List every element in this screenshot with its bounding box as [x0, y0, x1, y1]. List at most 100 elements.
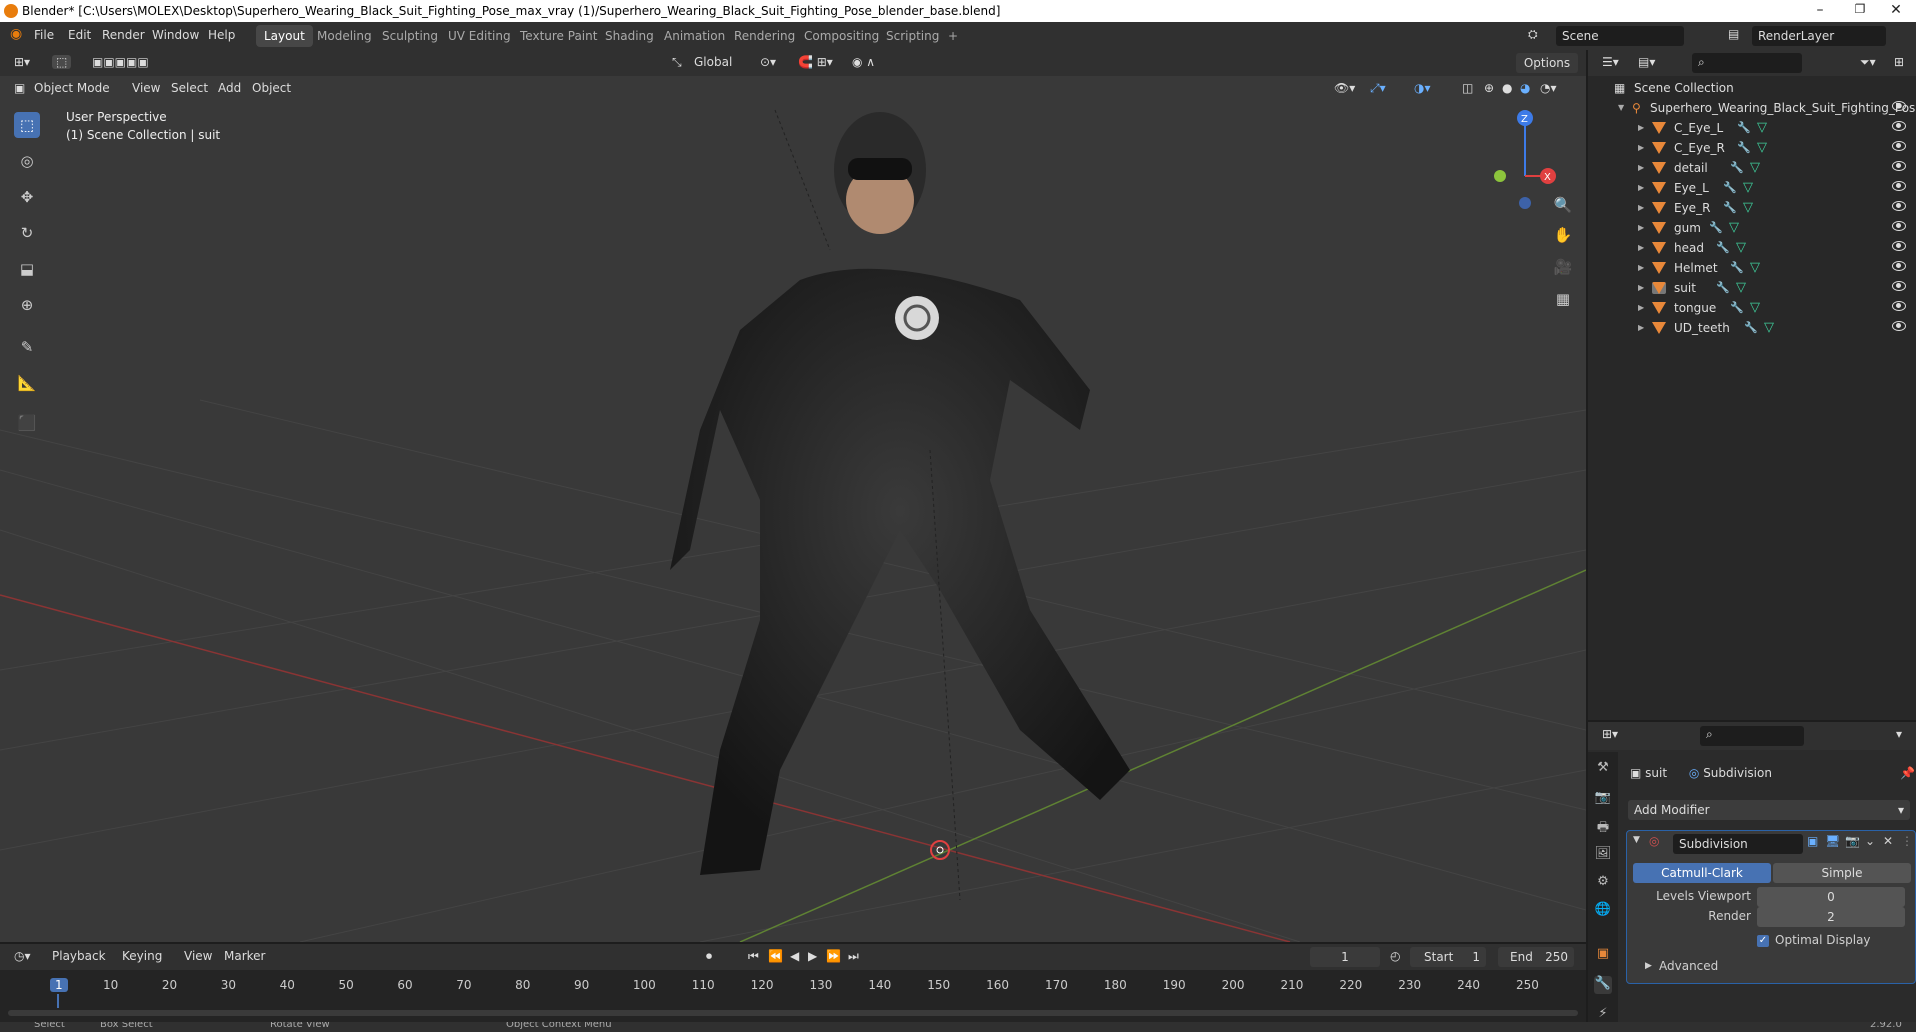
filter-icon[interactable]: ⏷▾: [1860, 55, 1876, 70]
tab-modeling[interactable]: Modeling: [309, 25, 380, 47]
pivot-point-icon[interactable]: ⊙▾: [760, 55, 776, 69]
modifier-wrench-icon[interactable]: 🔧: [1716, 238, 1730, 258]
outliner-object-row[interactable]: ▶ detail 🔧 ▽: [1588, 158, 1916, 178]
superhero-model[interactable]: [670, 112, 1130, 875]
world-tab-icon[interactable]: 🌐: [1594, 902, 1612, 920]
select-box-tool-icon[interactable]: ⬚: [14, 112, 40, 138]
tab-shading[interactable]: Shading: [597, 25, 662, 47]
blender-menu-icon[interactable]: ◉: [10, 26, 22, 42]
visibility-eye-icon[interactable]: [1892, 141, 1906, 151]
display-mode-icon[interactable]: ▤▾: [1638, 55, 1655, 69]
output-tab-icon[interactable]: 🖶: [1594, 818, 1612, 836]
expand-arrow-icon[interactable]: ▶: [1638, 258, 1644, 278]
expand-arrow-icon[interactable]: ▶: [1638, 218, 1644, 238]
visibility-eye-icon[interactable]: [1892, 301, 1906, 311]
visibility-eye-icon[interactable]: [1892, 121, 1906, 131]
add-modifier-dropdown[interactable]: Add Modifier ▾: [1628, 800, 1910, 820]
expand-arrow-icon[interactable]: ▼: [1618, 98, 1624, 118]
mesh-data-icon[interactable]: ▽: [1736, 278, 1746, 298]
modifier-wrench-icon[interactable]: 🔧: [1744, 318, 1758, 338]
preview-range-icon[interactable]: ◴: [1390, 949, 1400, 963]
scene-field[interactable]: Scene: [1556, 26, 1684, 46]
expand-arrow-icon[interactable]: ▶: [1638, 318, 1644, 338]
modifier-wrench-icon[interactable]: 🔧: [1730, 258, 1744, 278]
rotate-tool-icon[interactable]: ↻: [14, 220, 40, 246]
visibility-eye-icon[interactable]: [1892, 181, 1906, 191]
pin-icon[interactable]: 📌: [1900, 766, 1915, 780]
tab-scripting[interactable]: Scripting: [878, 25, 947, 47]
selection-mode-buttons[interactable]: ▣▣▣▣▣: [92, 55, 149, 69]
cursor-tool-icon[interactable]: ◎: [14, 148, 40, 174]
outliner-object-row[interactable]: ▶ gum 🔧 ▽: [1588, 218, 1916, 238]
catmull-clark-button[interactable]: Catmull-Clark: [1633, 863, 1771, 883]
render-toggle-icon[interactable]: 📷: [1845, 834, 1860, 848]
tool-tab-icon[interactable]: ⚒: [1594, 760, 1612, 778]
modifier-menu-icon[interactable]: ⌄: [1865, 834, 1875, 848]
options-dropdown[interactable]: Options: [1516, 53, 1578, 73]
expand-arrow-icon[interactable]: ▶: [1638, 138, 1644, 158]
expand-arrow-icon[interactable]: ▶: [1638, 178, 1644, 198]
menu-edit[interactable]: Edit: [68, 28, 91, 42]
advanced-expand-icon[interactable]: ▶: [1645, 961, 1652, 971]
menu-window[interactable]: Window: [152, 28, 199, 42]
mesh-data-icon[interactable]: ▽: [1764, 318, 1774, 338]
play-reverse-icon[interactable]: ◀: [790, 949, 799, 963]
add-workspace-button[interactable]: +: [940, 25, 966, 47]
jump-keyframe-back-icon[interactable]: ⏪: [768, 949, 783, 963]
modifier-wrench-icon[interactable]: 🔧: [1709, 218, 1723, 238]
editor-type-icon[interactable]: ⊞▾: [14, 55, 30, 69]
collapse-arrow-icon[interactable]: ▼: [1633, 835, 1640, 845]
mesh-data-icon[interactable]: ▽: [1743, 178, 1753, 198]
modifier-wrench-icon[interactable]: 🔧: [1730, 158, 1744, 178]
new-collection-icon[interactable]: ⊞: [1894, 55, 1904, 69]
scale-tool-icon[interactable]: ⬓: [14, 256, 40, 282]
shading-solid-icon[interactable]: ●: [1502, 81, 1512, 95]
play-icon[interactable]: ▶: [808, 949, 817, 963]
playhead[interactable]: [57, 994, 59, 1008]
outliner-collection[interactable]: ▼ ⚲ Superhero_Wearing_Black_Suit_Fightin…: [1588, 98, 1916, 118]
object-mode-icon[interactable]: ▣: [14, 81, 25, 95]
drag-handle-icon[interactable]: ⋮⋮: [1901, 834, 1916, 848]
expand-arrow-icon[interactable]: ▶: [1638, 238, 1644, 258]
visibility-eye-icon[interactable]: [1892, 241, 1906, 251]
modifier-wrench-icon[interactable]: 🔧: [1723, 178, 1737, 198]
select-mode-icon[interactable]: ⬚: [52, 55, 72, 69]
tab-rendering[interactable]: Rendering: [726, 25, 803, 47]
tab-layout[interactable]: Layout: [256, 25, 313, 47]
levels-viewport-field[interactable]: 0: [1757, 887, 1905, 907]
object-mode-select[interactable]: Object Mode: [34, 81, 110, 95]
properties-search-input[interactable]: [1700, 726, 1804, 746]
tab-texture-paint[interactable]: Texture Paint: [512, 25, 605, 47]
menu-render[interactable]: Render: [102, 28, 145, 42]
viewport-menu-view[interactable]: View: [132, 81, 160, 95]
shading-rendered-icon[interactable]: ◔▾: [1540, 81, 1557, 95]
minimize-button[interactable]: –: [1800, 2, 1840, 18]
outliner-object-row[interactable]: ▶ Eye_L 🔧 ▽: [1588, 178, 1916, 198]
render-layer-field[interactable]: RenderLayer: [1752, 26, 1886, 46]
expand-arrow-icon[interactable]: ▶: [1638, 198, 1644, 218]
visibility-eye-icon[interactable]: [1892, 221, 1906, 231]
visibility-eye-icon[interactable]: [1892, 261, 1906, 271]
tab-animation[interactable]: Animation: [656, 25, 733, 47]
jump-start-icon[interactable]: ⏮: [748, 949, 759, 964]
optimal-display-checkbox[interactable]: ✓: [1757, 935, 1769, 947]
expand-arrow-icon[interactable]: ▶: [1638, 278, 1644, 298]
simple-button[interactable]: Simple: [1773, 863, 1911, 883]
expand-arrow-icon[interactable]: ▶: [1638, 298, 1644, 318]
outliner-object-row[interactable]: ▶ UD_teeth 🔧 ▽: [1588, 318, 1916, 338]
scene-tab-icon[interactable]: ⚙: [1594, 874, 1612, 892]
auto-keying-icon[interactable]: ⏺: [706, 949, 712, 964]
ortho-grid-icon[interactable]: ▦: [1550, 286, 1576, 312]
tab-uv-editing[interactable]: UV Editing: [440, 25, 519, 47]
measure-tool-icon[interactable]: 📐: [14, 370, 40, 396]
menu-file[interactable]: File: [34, 28, 54, 42]
modifier-wrench-icon[interactable]: 🔧: [1737, 118, 1751, 138]
mesh-data-icon[interactable]: ▽: [1757, 138, 1767, 158]
visibility-eye-icon[interactable]: [1892, 201, 1906, 211]
annotate-tool-icon[interactable]: ✎: [14, 334, 40, 360]
shading-material-icon[interactable]: ◕: [1520, 81, 1530, 95]
render-tab-icon[interactable]: 📷: [1594, 790, 1612, 808]
outliner-object-row[interactable]: ▶ Eye_R 🔧 ▽: [1588, 198, 1916, 218]
view-layer-tab-icon[interactable]: 🖼: [1594, 846, 1612, 864]
start-frame-field[interactable]: Start 1: [1410, 947, 1486, 967]
